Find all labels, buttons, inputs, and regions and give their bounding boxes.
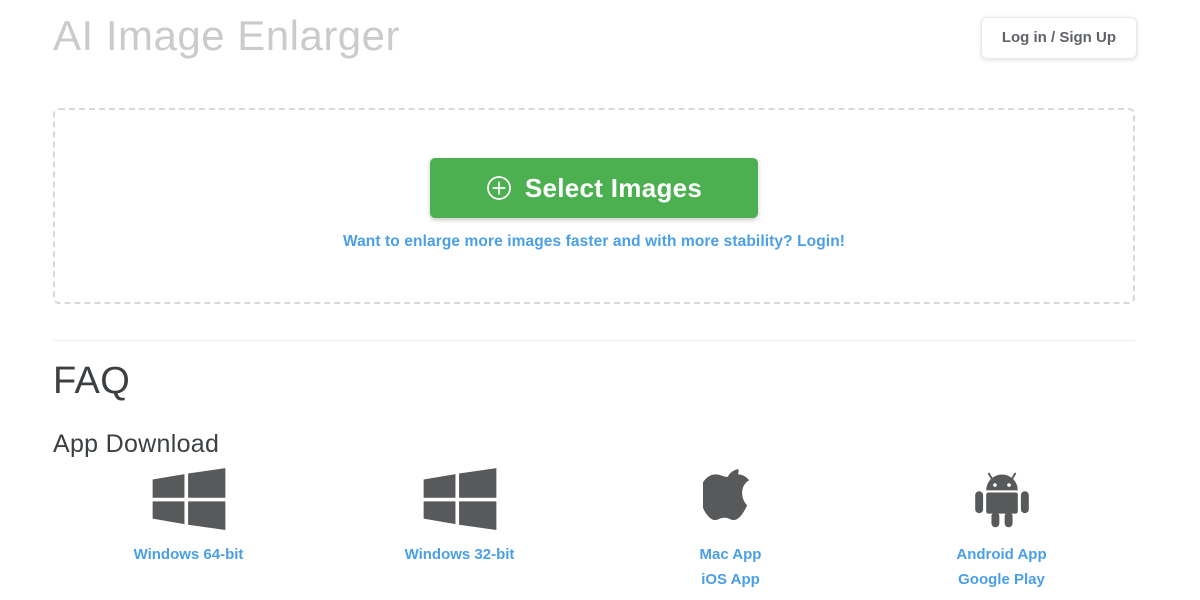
login-signup-button[interactable]: Log in / Sign Up — [980, 17, 1137, 59]
page-header: AI Image Enlarger Log in / Sign Up — [53, 8, 1137, 72]
download-link[interactable]: Mac App — [700, 542, 762, 567]
download-column-windows-64: Windows 64-bit — [53, 468, 324, 592]
select-images-label: Select Images — [524, 172, 703, 203]
download-column-android: Android App Google Play — [866, 472, 1137, 592]
select-images-button[interactable]: Select Images — [430, 158, 758, 218]
app-page: AI Image Enlarger Log in / Sign Up Selec… — [0, 0, 1200, 600]
plus-circle-icon — [486, 175, 512, 201]
download-link[interactable]: Windows 32-bit — [405, 542, 515, 567]
windows-icon — [149, 468, 229, 530]
page-title: AI Image Enlarger — [53, 12, 401, 59]
apple-icon — [702, 469, 759, 528]
download-link[interactable]: Windows 64-bit — [134, 542, 244, 567]
login-hint-link[interactable]: Want to enlarge more images faster and w… — [55, 233, 1133, 251]
download-column-apple: Mac App iOS App — [595, 469, 866, 592]
download-link[interactable]: Android App — [956, 542, 1046, 567]
download-link[interactable]: Google Play — [958, 567, 1045, 592]
windows-icon — [420, 468, 500, 530]
section-divider — [53, 340, 1135, 341]
image-dropzone[interactable]: Select Images Want to enlarge more image… — [53, 108, 1135, 304]
faq-heading: FAQ — [53, 360, 131, 402]
download-column-windows-32: Windows 32-bit — [324, 468, 595, 592]
android-icon — [971, 472, 1033, 528]
download-link[interactable]: iOS App — [701, 567, 760, 592]
app-download-row: Windows 64-bit Windows 32-bit Mac App iO… — [53, 468, 1137, 592]
app-download-heading: App Download — [53, 430, 220, 458]
